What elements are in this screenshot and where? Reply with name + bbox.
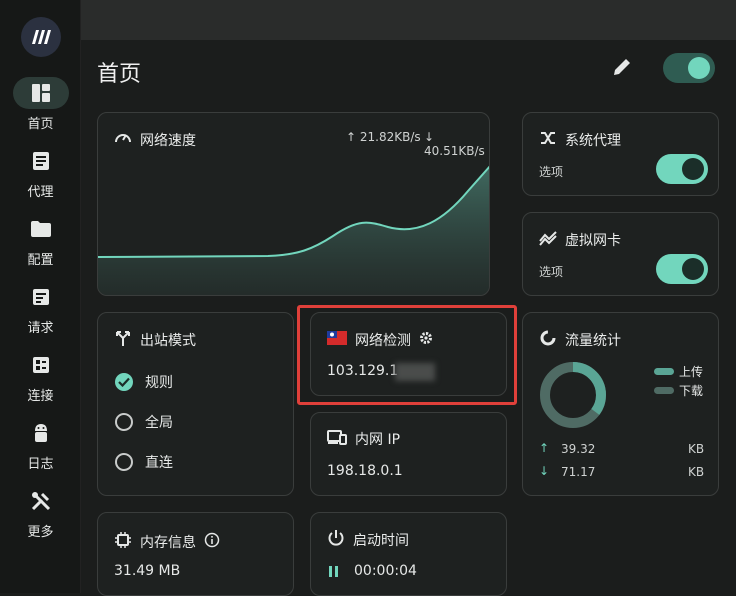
sidebar-item-logs[interactable]: 日志 xyxy=(0,417,81,472)
list-icon xyxy=(13,145,69,177)
download-speed: ↓ 40.51KB/s xyxy=(424,130,485,158)
uptime-title: 启动时间 xyxy=(327,529,409,551)
tun-card: 虚拟网卡 选项 xyxy=(522,212,719,296)
sidebar-item-label: 更多 xyxy=(27,525,54,540)
legend-label: 下载 xyxy=(679,384,704,398)
toggle-knob xyxy=(688,57,710,79)
sidebar-item-connections[interactable]: 连接 xyxy=(0,349,81,404)
traffic-title: 流量统计 xyxy=(539,329,621,351)
pause-icon[interactable] xyxy=(329,566,339,578)
mode-option-global[interactable]: 全局 xyxy=(115,412,173,432)
download-total: 71.17 xyxy=(561,465,596,479)
lan-ip-value: 198.18.0.1 xyxy=(327,463,403,479)
network-speed-card: 网络速度 ↑ 21.82KB/s ↓ 40.51KB/s xyxy=(97,112,490,296)
folder-icon xyxy=(13,213,69,245)
connection-icon xyxy=(13,349,69,381)
download-unit: KB xyxy=(688,465,705,479)
master-toggle[interactable] xyxy=(663,53,715,83)
system-proxy-label: 系统代理 xyxy=(565,133,621,149)
sidebar-item-label: 连接 xyxy=(27,389,54,404)
shuffle-icon xyxy=(539,129,557,151)
mode-option-label: 直连 xyxy=(145,455,173,471)
info-icon[interactable] xyxy=(204,532,220,552)
lan-ip-card: 内网 IP 198.18.0.1 xyxy=(310,412,507,496)
toggle-knob xyxy=(682,258,704,280)
tun-title: 虚拟网卡 xyxy=(539,229,621,251)
request-icon xyxy=(13,281,69,313)
system-proxy-title: 系统代理 xyxy=(539,129,621,151)
memory-label: 内存信息 xyxy=(140,535,196,551)
mode-option-label: 全局 xyxy=(145,415,173,431)
tun-toggle[interactable] xyxy=(656,254,708,284)
tun-label: 虚拟网卡 xyxy=(565,233,621,249)
legend-download: 下载 xyxy=(654,382,703,399)
traffic-label: 流量统计 xyxy=(565,333,621,349)
page-title: 首页 xyxy=(97,62,142,87)
sidebar-item-home[interactable]: 首页 xyxy=(0,77,81,132)
upload-unit: KB xyxy=(688,442,705,456)
upload-speed: ↑ 21.82KB/s xyxy=(346,130,421,144)
network-speed-label: 网络速度 xyxy=(140,133,196,149)
system-proxy-toggle[interactable] xyxy=(656,154,708,184)
traffic-donut-chart xyxy=(540,362,606,428)
outbound-mode-card: 出站模式 规则 全局 直连 xyxy=(97,312,294,496)
sidebar-item-label: 代理 xyxy=(27,185,54,200)
uptime-value: 00:00:04 xyxy=(354,563,417,579)
network-speed-title: 网络速度 xyxy=(114,129,196,151)
lan-ip-title: 内网 IP xyxy=(327,429,400,449)
arrow-down-icon: ↓ xyxy=(539,464,550,478)
speed-graph xyxy=(98,165,489,295)
arrow-up-icon: ↑ xyxy=(539,441,550,455)
mode-option-label: 规则 xyxy=(145,375,173,391)
radio-icon xyxy=(115,453,133,471)
devices-icon xyxy=(327,429,347,449)
split-arrow-icon xyxy=(114,329,132,351)
tools-icon xyxy=(13,485,69,517)
toggle-knob xyxy=(682,158,704,180)
upload-total: 39.32 xyxy=(561,442,596,456)
android-icon xyxy=(13,417,69,449)
dashboard-icon xyxy=(12,77,69,109)
sidebar-item-label: 请求 xyxy=(27,321,54,336)
mode-option-rule[interactable]: 规则 xyxy=(115,372,173,392)
trend-icon xyxy=(539,229,557,251)
legend-swatch xyxy=(654,368,674,375)
power-icon xyxy=(327,529,345,551)
mode-option-direct[interactable]: 直连 xyxy=(115,452,173,472)
donut-icon xyxy=(539,329,557,351)
outbound-mode-title: 出站模式 xyxy=(114,329,196,351)
system-proxy-option: 选项 xyxy=(539,165,564,179)
window-titlebar[interactable] xyxy=(81,0,736,40)
speedometer-icon xyxy=(114,129,132,151)
app-logo xyxy=(21,17,61,57)
uptime-card: 启动时间 00:00:04 xyxy=(310,512,507,596)
highlight-box xyxy=(297,305,517,405)
memory-card: 内存信息 31.49 MB xyxy=(97,512,294,596)
chip-icon xyxy=(114,531,132,553)
sidebar-item-label: 配置 xyxy=(27,253,54,268)
sidebar-item-profiles[interactable]: 配置 xyxy=(0,213,81,268)
sidebar-item-proxy[interactable]: 代理 xyxy=(0,145,81,200)
memory-value: 31.49 MB xyxy=(114,563,181,579)
sidebar-item-label: 首页 xyxy=(27,117,54,132)
radio-icon xyxy=(115,413,133,431)
memory-title: 内存信息 xyxy=(114,531,220,553)
edit-icon[interactable] xyxy=(611,56,635,80)
tun-option: 选项 xyxy=(539,265,564,279)
legend-swatch xyxy=(654,387,674,394)
sidebar-item-requests[interactable]: 请求 xyxy=(0,281,81,336)
legend-label: 上传 xyxy=(679,365,704,379)
lan-ip-label: 内网 IP xyxy=(355,432,401,448)
traffic-card: 流量统计 上传 下载 ↑ 39.32 KB ↓ 71.17 KB xyxy=(522,312,719,496)
legend-upload: 上传 xyxy=(654,363,703,380)
sidebar: 首页 代理 配置 请求 连接 日志 更多 xyxy=(0,0,81,593)
uptime-label: 启动时间 xyxy=(353,533,409,549)
check-icon xyxy=(115,373,133,391)
system-proxy-card: 系统代理 选项 xyxy=(522,112,719,196)
sidebar-item-label: 日志 xyxy=(27,457,54,472)
main-content: 首页 网络速度 ↑ 21.82KB/s ↓ 40.51KB/s 系统代理 选项 … xyxy=(81,40,736,596)
sidebar-item-more[interactable]: 更多 xyxy=(0,485,81,540)
outbound-mode-label: 出站模式 xyxy=(140,333,196,349)
